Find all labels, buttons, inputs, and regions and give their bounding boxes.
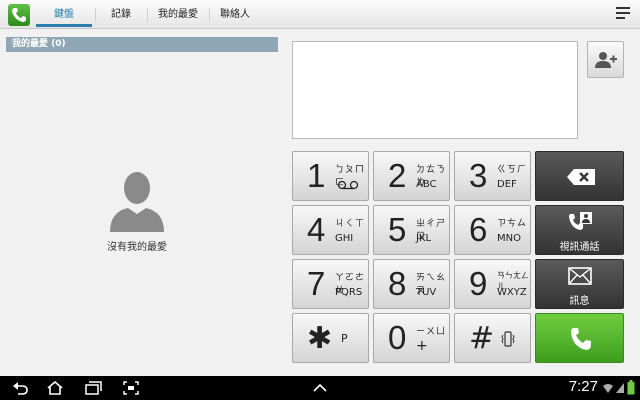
key-plus: + [416, 338, 428, 354]
chevron-up-icon[interactable] [311, 380, 329, 396]
system-nav-bar: 7:27 [0, 376, 640, 400]
add-contact-button[interactable] [587, 41, 624, 78]
key-digit: 5 [388, 211, 407, 248]
video-call-icon [569, 212, 592, 230]
phone-number-field[interactable] [292, 41, 578, 139]
envelope-icon [568, 267, 592, 285]
key-symbol: # [469, 321, 495, 356]
key-letters: MNO [497, 233, 521, 244]
key-1[interactable]: 1 ㄅㄆㄇㄈ [292, 151, 369, 201]
video-call-label: 視訊通話 [559, 242, 600, 253]
key-3[interactable]: 3 ㄍㄎㄏ DEF [454, 151, 531, 201]
voicemail-icon [337, 180, 359, 190]
favorites-empty-text: 沒有我的最愛 [107, 242, 167, 253]
vibrate-icon [501, 331, 515, 347]
backspace-button[interactable] [535, 151, 624, 201]
key-letters: PQRS [335, 287, 363, 298]
favorites-header: 我的最愛 (0) [6, 37, 278, 52]
key-4[interactable]: 4 ㄐㄑㄒ GHI [292, 205, 369, 255]
key-zhuyin: ㄧㄨㄩ [416, 327, 447, 337]
add-person-icon [594, 51, 617, 68]
key-digit: 3 [469, 157, 488, 194]
key-letters: DEF [497, 179, 517, 190]
menu-icon[interactable] [616, 7, 630, 21]
key-2[interactable]: 2 ㄉㄊㄋㄌ ABC [373, 151, 450, 201]
key-hash[interactable]: # [454, 313, 531, 363]
tab-divider [147, 8, 148, 22]
key-digit: 1 [307, 157, 326, 194]
key-zhuyin: ㄍㄎㄏ [497, 165, 528, 175]
video-call-button[interactable]: 視訊通話 [535, 205, 624, 255]
key-letters: WXYZ [497, 287, 527, 298]
key-letters: GHI [335, 233, 354, 244]
key-digit: 2 [388, 157, 407, 194]
key-pause-letter: P [341, 332, 348, 345]
battery-icon [627, 380, 635, 395]
key-letters: ABC [416, 179, 437, 190]
key-letters: JKL [416, 233, 432, 244]
key-star[interactable]: ✱ P [292, 313, 369, 363]
top-bar: 鍵盤 記錄 我的最愛 聯絡人 [0, 0, 640, 29]
phone-icon [571, 328, 591, 350]
call-button[interactable] [535, 313, 624, 363]
screenshot-icon[interactable] [122, 380, 140, 396]
message-button[interactable]: 訊息 [535, 259, 624, 309]
home-icon[interactable] [46, 380, 64, 396]
tab-divider [209, 8, 210, 22]
back-icon[interactable] [12, 380, 30, 396]
status-clock: 7:27 [568, 378, 598, 395]
tab-favorites[interactable]: 我的最愛 [150, 0, 206, 27]
key-6[interactable]: 6 ㄗㄘㄙ MNO [454, 205, 531, 255]
tab-logs[interactable]: 記錄 [98, 0, 144, 27]
key-symbol: ✱ [307, 321, 333, 356]
key-5[interactable]: 5 ㄓㄔㄕㄖ JKL [373, 205, 450, 255]
key-zhuyin: ㄐㄑㄒ [335, 219, 366, 229]
signal-icon [616, 383, 624, 393]
phone-app-icon[interactable] [8, 4, 30, 26]
key-digit: 8 [388, 265, 407, 302]
tab-keypad[interactable]: 鍵盤 [36, 0, 92, 27]
key-digit: 6 [469, 211, 488, 248]
key-zhuyin: ㄗㄘㄙ [497, 219, 528, 229]
tab-divider [95, 8, 96, 22]
key-digit: 0 [388, 319, 407, 356]
key-digit: 9 [469, 265, 488, 302]
recent-apps-icon[interactable] [84, 380, 102, 396]
tab-contacts[interactable]: 聯絡人 [212, 0, 258, 27]
key-letters: TUV [416, 287, 437, 298]
person-placeholder-icon [110, 172, 164, 232]
wifi-icon [603, 384, 613, 393]
key-7[interactable]: 7 ㄚㄛㄜㄝ PQRS [292, 259, 369, 309]
backspace-icon [567, 169, 595, 185]
key-0[interactable]: 0 ㄧㄨㄩ + [373, 313, 450, 363]
message-label: 訊息 [569, 296, 590, 307]
key-9[interactable]: 9 ㄢㄣㄤㄥㄦ WXYZ [454, 259, 531, 309]
key-8[interactable]: 8 ㄞㄟㄠㄡ TUV [373, 259, 450, 309]
key-digit: 4 [307, 211, 326, 248]
key-digit: 7 [307, 265, 326, 302]
